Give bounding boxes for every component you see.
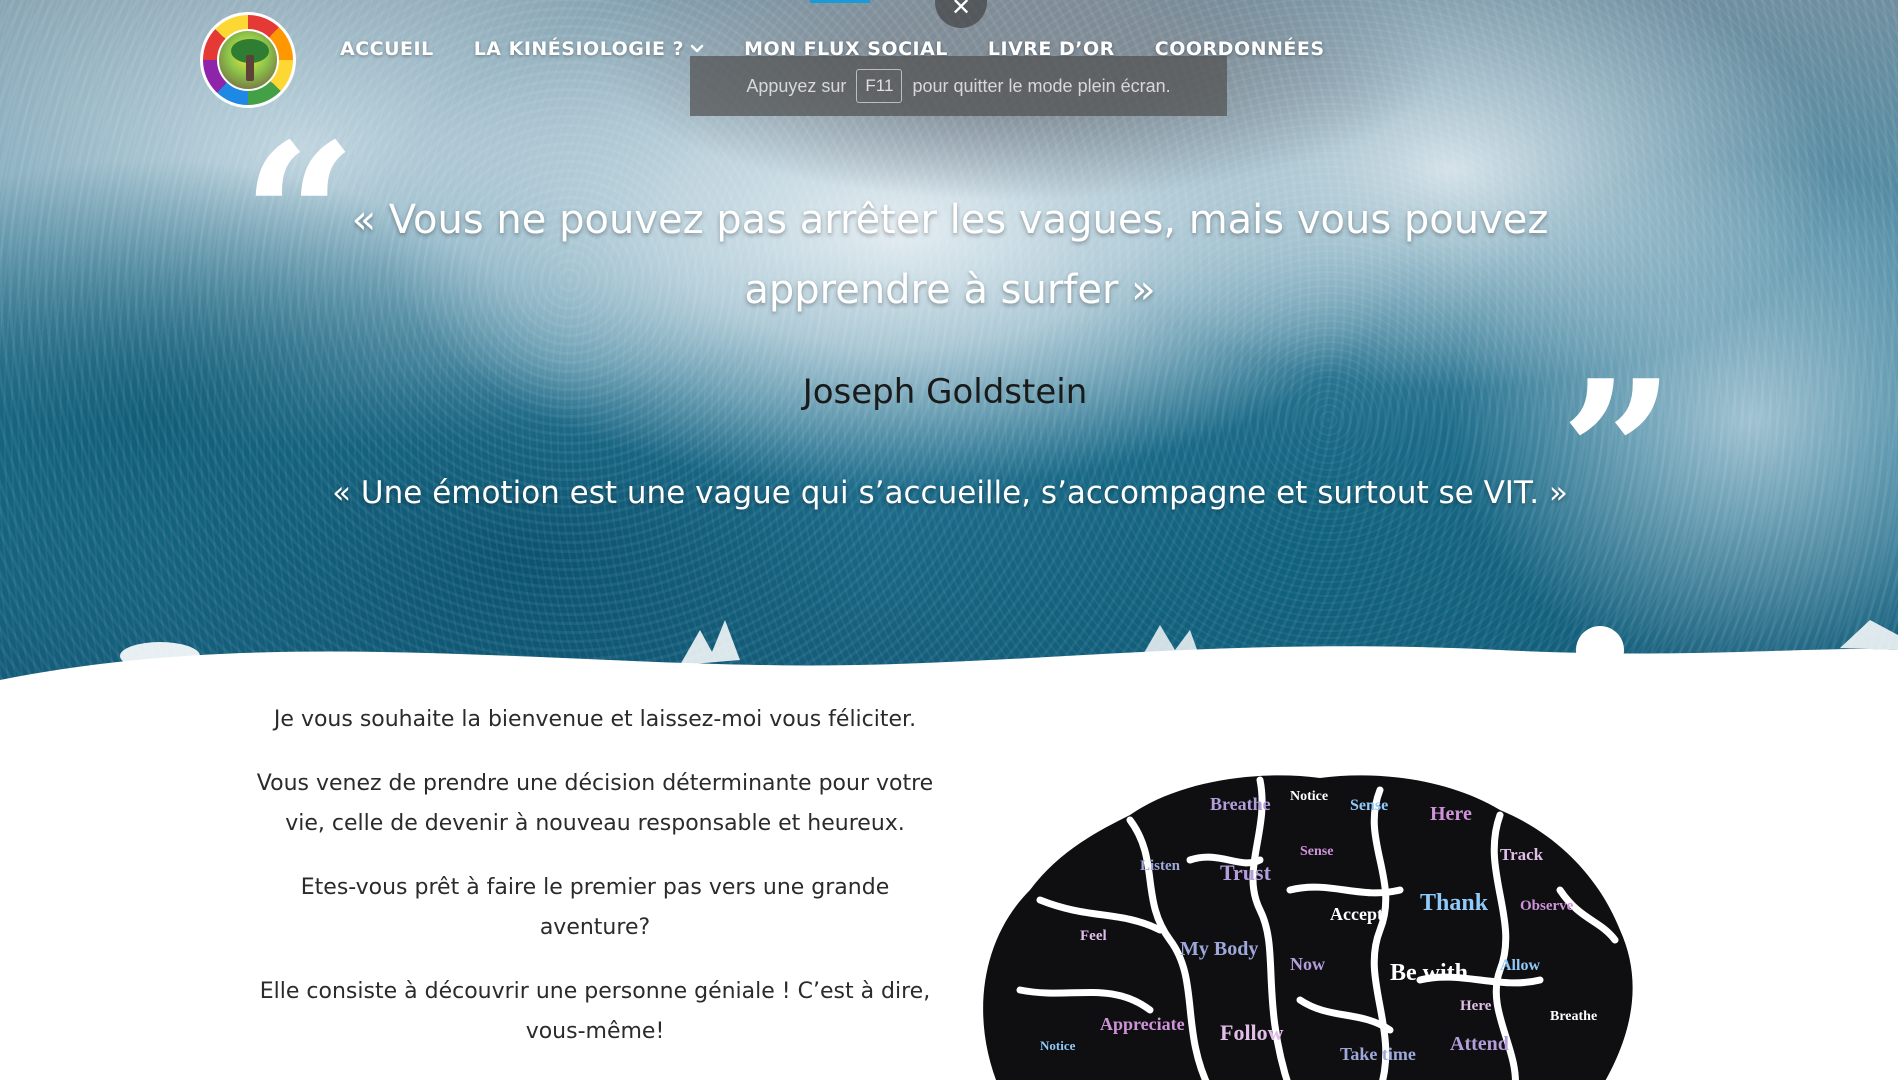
intro-paragraph: Elle consiste à découvrir une personne g… [259,979,931,1044]
brain-word: Appreciate [1100,1014,1185,1034]
f11-key-badge: F11 [856,69,903,103]
intro-paragraph: Vous venez de prendre une décision déter… [256,771,934,836]
wave-divider [0,620,1898,710]
brain-word: Feel [1080,928,1107,944]
chevron-down-icon [690,44,704,53]
nav-item-label: ACCUEIL [340,38,434,60]
brain-word: Track [1500,845,1544,864]
brain-word: Listen [1140,858,1181,874]
hero-subtitle: « Une émotion est une vague qui s’accuei… [332,475,1568,511]
intro-text: Je vous souhaite la bienvenue et laissez… [250,700,940,1076]
nav-item-label: LA KINÉSIOLOGIE ? [473,38,685,60]
brain-word: Here [1460,998,1492,1014]
brain-word: Now [1290,954,1325,974]
site-logo[interactable] [200,12,296,108]
brain-word: Attend [1450,1033,1509,1055]
brain-word: Follow [1220,1020,1284,1045]
brain-word: Sense [1300,844,1333,859]
brain-word: Be with [1390,960,1468,986]
intro-paragraph: Etes-vous prêt à faire le premier pas ve… [300,875,890,940]
brain-word: Breathe [1210,794,1271,814]
fullscreen-notice-text-after: pour quitter le mode plein écran. [912,75,1171,96]
brain-word: Breathe [1550,1009,1597,1024]
brain-word: Sense [1350,797,1388,814]
nav-item-accueil[interactable]: ACCUEIL [340,38,434,60]
quote-author: Joseph Goldstein [802,372,1088,412]
fullscreen-notice: Appuyez sur F11 pour quitter le mode ple… [690,56,1227,116]
brain-word: My Body [1180,938,1258,960]
fullscreen-progress-line [810,0,870,3]
nav-item-kinesiologie[interactable]: LA KINÉSIOLOGIE ? [474,38,704,60]
hero-quote: « Vous ne pouvez pas arrêter les vagues,… [351,197,1549,313]
intro-paragraph: Je vous souhaite la bienvenue et laissez… [273,707,917,732]
brain-word: Trust [1220,860,1272,885]
brain-word: Take time [1340,1044,1416,1064]
brain-word: Notice [1290,789,1328,804]
brain-word: Allow [1500,957,1540,974]
brain-word: Notice [1040,1038,1076,1053]
fullscreen-notice-text-before: Appuyez sur [746,75,847,96]
close-quote-icon: ” [1560,337,1676,572]
brain-word: Here [1430,803,1472,825]
brain-word-cloud-image: Breathe Notice Sense Here Track Listen Trust Ac… [983,775,1633,1080]
brain-word: Thank [1420,890,1489,916]
brain-word: Observe [1520,898,1574,914]
brain-word: Accept [1330,904,1383,924]
tree-logo-icon [217,29,279,91]
